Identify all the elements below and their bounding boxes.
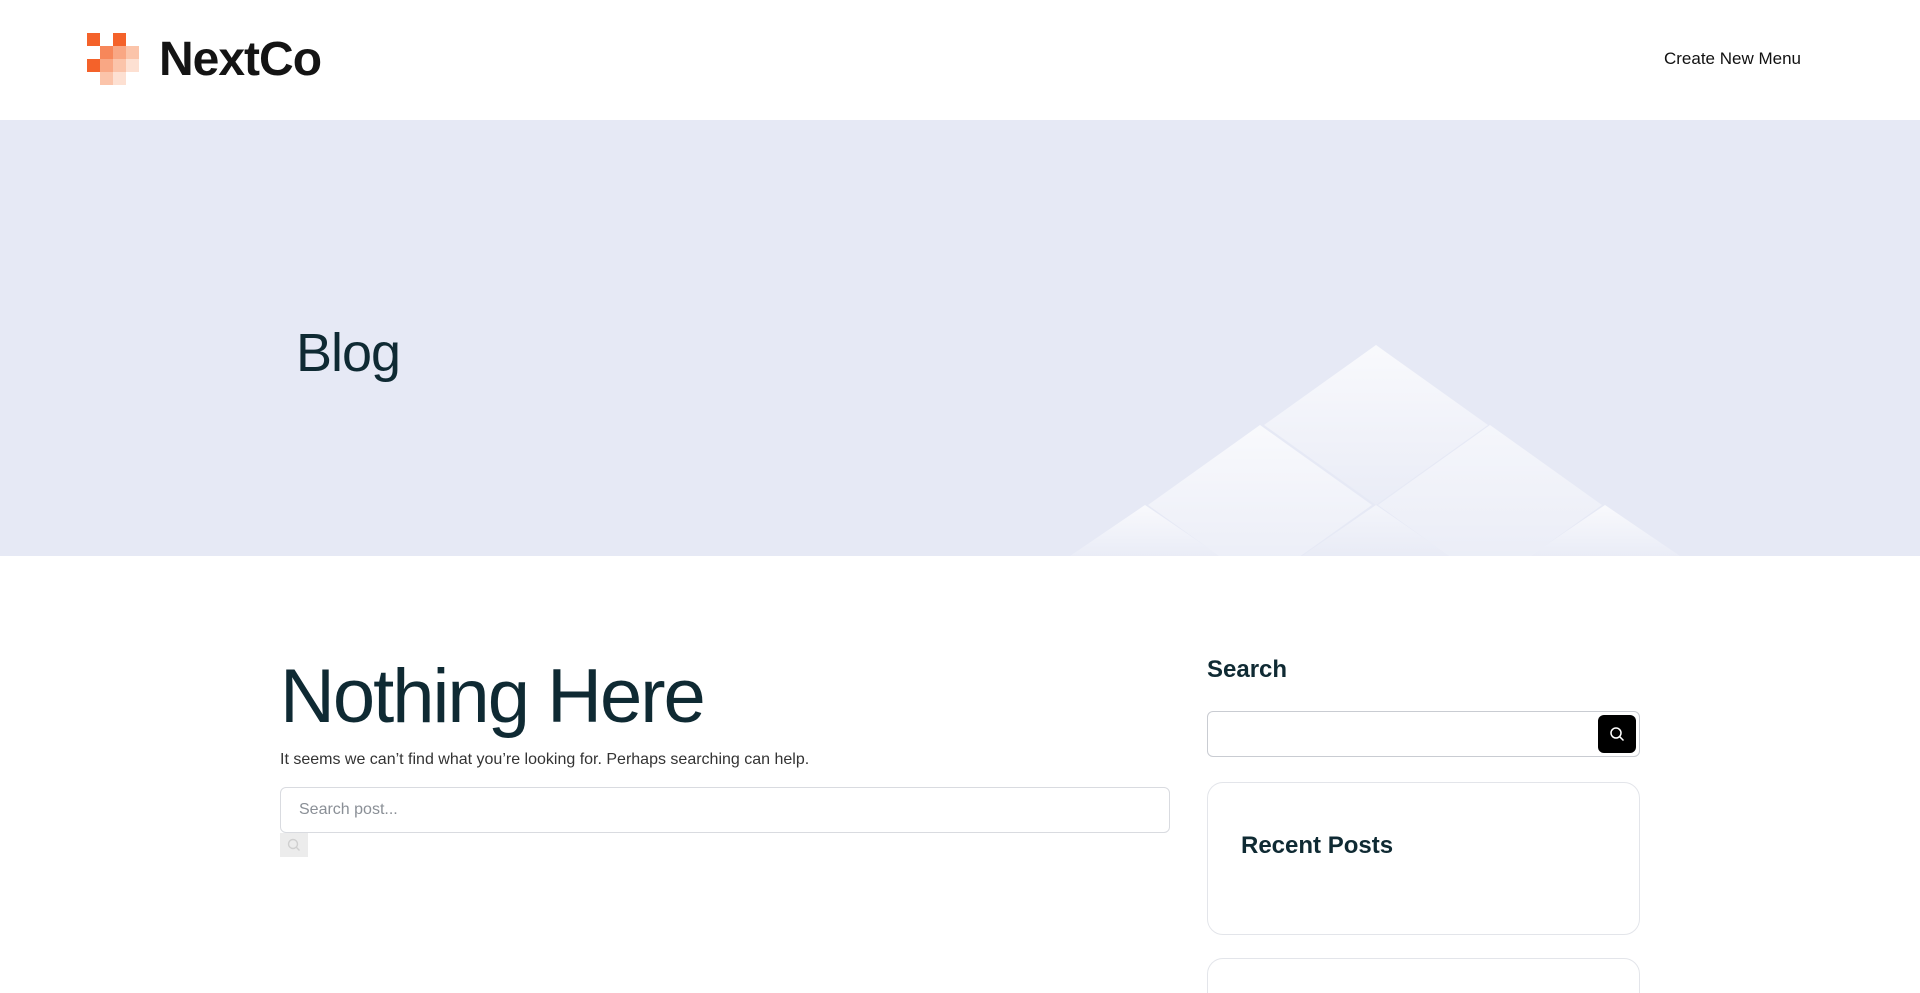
site-logo-link[interactable]: NextCo xyxy=(87,33,322,87)
recent-posts-title: Recent Posts xyxy=(1241,832,1394,859)
not-found-message: It seems we can’t find what you’re looki… xyxy=(280,751,810,768)
main-search-button[interactable] xyxy=(280,833,308,857)
nothing-here-title: Nothing Here xyxy=(280,654,706,739)
nav-create-new-menu[interactable]: Create New Menu xyxy=(1664,49,1801,69)
page-hero: Blog xyxy=(0,120,1920,556)
sidebar-search-button[interactable] xyxy=(1598,715,1636,753)
site-header: NextCo Create New Menu xyxy=(0,0,1920,120)
search-icon xyxy=(1610,727,1625,742)
sidebar-widget xyxy=(1207,958,1640,993)
sidebar-search-input[interactable] xyxy=(1208,712,1588,756)
sidebar-search-title: Search xyxy=(1207,656,1288,683)
search-icon xyxy=(287,838,300,851)
brand-name: NextCo xyxy=(159,33,322,86)
logo-icon xyxy=(87,33,141,87)
recent-posts-widget: Recent Posts xyxy=(1207,782,1640,935)
page-title: Blog xyxy=(296,323,401,383)
sidebar-search-box xyxy=(1207,711,1640,757)
hero-decoration xyxy=(1070,345,1680,556)
search-post-input[interactable] xyxy=(280,787,1170,833)
